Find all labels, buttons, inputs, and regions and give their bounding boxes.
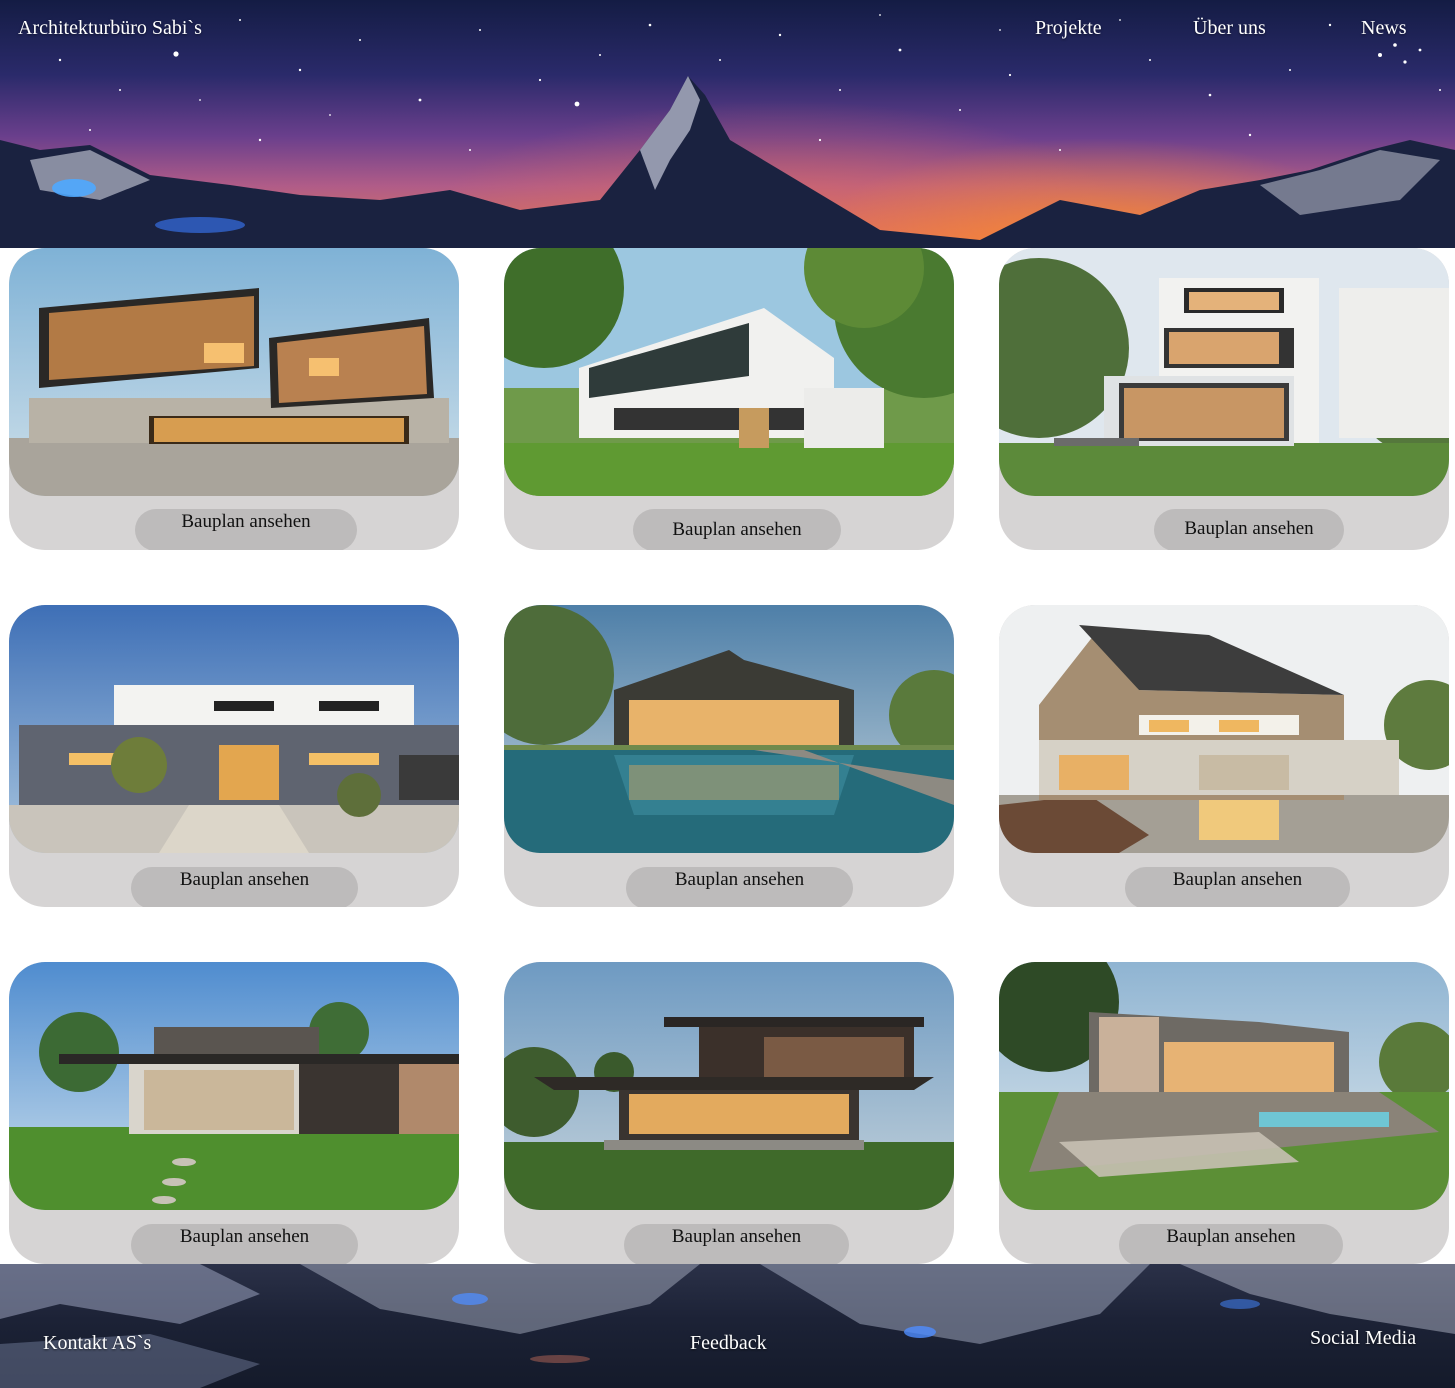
project-photo[interactable] <box>9 248 459 496</box>
house-image <box>9 962 459 1210</box>
project-photo[interactable] <box>999 962 1449 1210</box>
footer-kontakt-link[interactable]: Kontakt AS`s <box>43 1332 151 1355</box>
mountain-snow-background <box>0 1264 1455 1388</box>
house-image <box>504 962 954 1210</box>
project-card: Bauplan ansehen <box>504 605 954 907</box>
project-card: Bauplan ansehen <box>999 605 1449 907</box>
project-photo[interactable] <box>504 962 954 1210</box>
bauplan-button[interactable]: Bauplan ansehen <box>1154 509 1344 550</box>
nav-projekte[interactable]: Projekte <box>1035 17 1102 40</box>
project-photo[interactable] <box>999 248 1449 496</box>
project-photo[interactable] <box>504 248 954 496</box>
bauplan-button[interactable]: Bauplan ansehen <box>135 509 357 550</box>
house-image <box>999 605 1449 853</box>
project-photo[interactable] <box>504 605 954 853</box>
house-image <box>999 962 1449 1210</box>
project-card: Bauplan ansehen <box>504 248 954 550</box>
nav-news[interactable]: News <box>1361 17 1407 40</box>
bauplan-button[interactable]: Bauplan ansehen <box>1119 1224 1343 1264</box>
project-card: Bauplan ansehen <box>9 962 459 1264</box>
brand-logo-text[interactable]: Architekturbüro Sabi`s <box>18 17 202 40</box>
project-photo[interactable] <box>9 605 459 853</box>
project-card: Bauplan ansehen <box>999 248 1449 550</box>
project-card: Bauplan ansehen <box>9 605 459 907</box>
bauplan-button[interactable]: Bauplan ansehen <box>633 509 841 550</box>
bauplan-button[interactable]: Bauplan ansehen <box>626 867 853 907</box>
house-image <box>999 248 1449 496</box>
nav-ueber-uns[interactable]: Über uns <box>1193 17 1266 40</box>
project-card: Bauplan ansehen <box>999 962 1449 1264</box>
house-image <box>504 248 954 496</box>
footer-social-media-link[interactable]: Social Media <box>1310 1327 1416 1350</box>
bauplan-button[interactable]: Bauplan ansehen <box>131 867 358 907</box>
house-image <box>9 605 459 853</box>
hero-header: Architekturbüro Sabi`s Projekte Über uns… <box>0 0 1455 248</box>
project-card: Bauplan ansehen <box>9 248 459 550</box>
bauplan-button[interactable]: Bauplan ansehen <box>1125 867 1350 907</box>
project-photo[interactable] <box>999 605 1449 853</box>
project-photo[interactable] <box>9 962 459 1210</box>
house-image <box>9 248 459 496</box>
footer-feedback-link[interactable]: Feedback <box>690 1332 767 1355</box>
bauplan-button[interactable]: Bauplan ansehen <box>131 1224 358 1264</box>
project-card: Bauplan ansehen <box>504 962 954 1264</box>
house-image <box>504 605 954 853</box>
site-footer: Kontakt AS`s Feedback Social Media <box>0 1264 1455 1388</box>
bauplan-button[interactable]: Bauplan ansehen <box>624 1224 849 1264</box>
